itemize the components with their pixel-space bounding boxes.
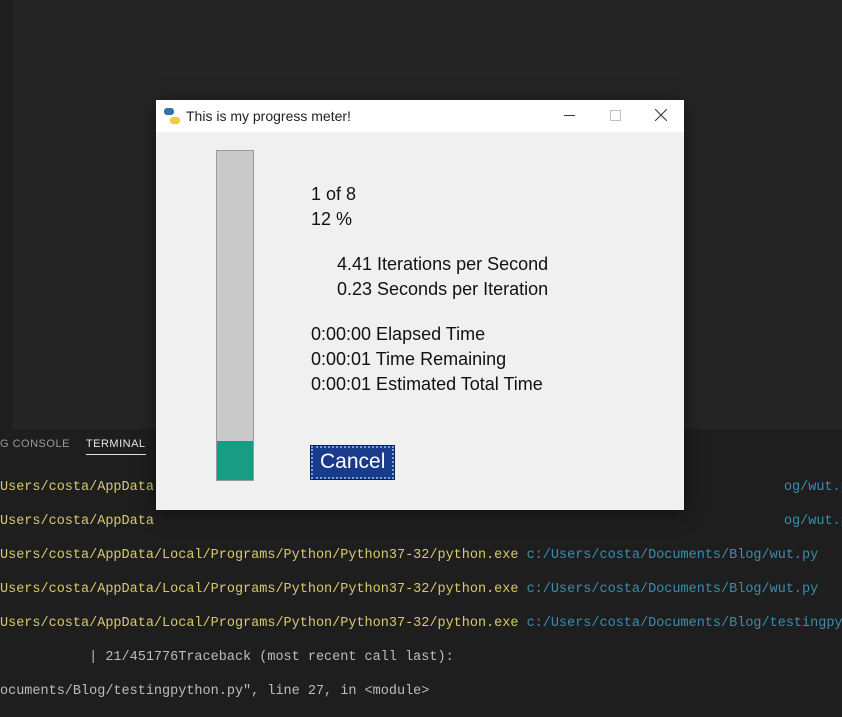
terminal-text: og/wut.py (784, 514, 842, 529)
progress-bar (216, 150, 254, 481)
seconds-per-iteration: 0.23 Seconds per Iteration (337, 277, 548, 302)
progress-dialog: This is my progress meter! 1 of 8 12 % 4… (156, 100, 684, 510)
terminal-text: Users/costa/AppData (0, 514, 154, 529)
terminal-text: Users/costa/AppData/Local/Programs/Pytho… (0, 616, 518, 631)
close-icon (655, 109, 667, 121)
terminal-text: ocuments/Blog/testingpython.py", line 27… (0, 683, 842, 700)
progress-percent: 12 % (311, 207, 548, 232)
terminal-text: Users/costa/AppData/Local/Programs/Pytho… (0, 548, 518, 563)
terminal-text: og/wut.py (784, 480, 842, 495)
dialog-title: This is my progress meter! (186, 108, 351, 124)
maximize-button[interactable] (592, 100, 638, 130)
maximize-icon (610, 110, 621, 121)
terminal-text: Users/costa/AppData (0, 480, 154, 495)
minimize-icon (564, 110, 575, 121)
python-icon (164, 108, 180, 124)
terminal-text: c:/Users/costa/Documents/Blog/testingpyt… (518, 616, 842, 631)
elapsed-time: 0:00:00 Elapsed Time (311, 322, 548, 347)
window-controls (546, 100, 684, 132)
dialog-titlebar[interactable]: This is my progress meter! (156, 100, 684, 132)
terminal-text: Users/costa/AppData/Local/Programs/Pytho… (0, 582, 518, 597)
tab-debug-console[interactable]: G CONSOLE (0, 438, 70, 454)
terminal-text: c:/Users/costa/Documents/Blog/wut.py (518, 582, 818, 597)
cancel-button[interactable]: Cancel (311, 446, 394, 479)
terminal-text: c:/Users/costa/Documents/Blog/wut.py (518, 548, 818, 563)
close-button[interactable] (638, 100, 684, 130)
terminal-text: | 21/451776Traceback (most recent call l… (0, 649, 842, 666)
progress-bar-fill (217, 441, 253, 480)
tab-terminal[interactable]: TERMINAL (86, 438, 146, 455)
progress-counter: 1 of 8 (311, 182, 548, 207)
iterations-per-second: 4.41 Iterations per Second (337, 252, 548, 277)
progress-stats: 1 of 8 12 % 4.41 Iterations per Second 0… (311, 182, 548, 397)
time-remaining: 0:00:01 Time Remaining (311, 347, 548, 372)
dialog-body: 1 of 8 12 % 4.41 Iterations per Second 0… (156, 132, 684, 510)
minimize-button[interactable] (546, 100, 592, 130)
estimated-total-time: 0:00:01 Estimated Total Time (311, 372, 548, 397)
